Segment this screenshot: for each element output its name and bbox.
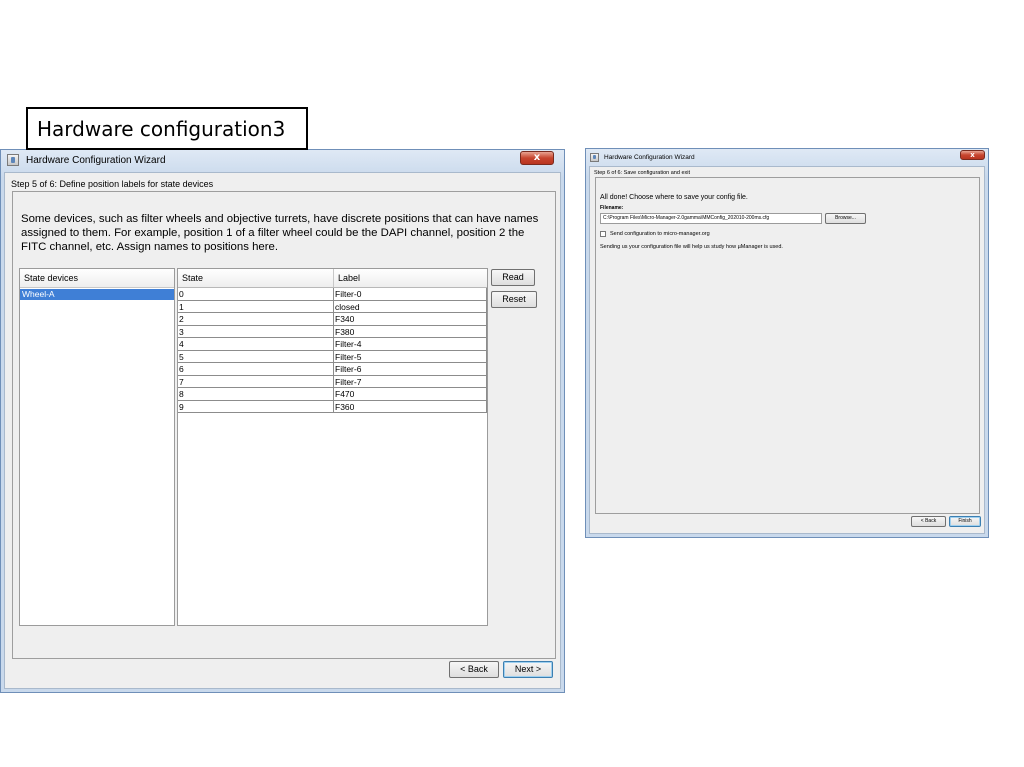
state-devices-header: State devices [20,269,174,288]
label-cell[interactable]: Filter-0 [333,288,487,301]
label-cell[interactable]: Filter-5 [333,350,487,363]
table-row[interactable]: 5 Filter-5 [178,350,487,363]
label-cell[interactable]: F360 [333,400,487,413]
done-heading: All done! Choose where to save your conf… [600,194,748,201]
column-header-state[interactable]: State [178,269,333,287]
label-cell[interactable]: closed [333,300,487,313]
finish-button[interactable]: Finish [949,516,981,527]
state-cell: 6 [178,363,333,376]
description-text: Some devices, such as filter wheels and … [21,213,539,253]
step-label: Step 6 of 6: Save configuration and exit [594,170,691,176]
table-header: State Label [178,269,487,288]
usage-note: Sending us your configuration file will … [600,244,783,250]
state-cell: 0 [178,288,333,301]
label-cell[interactable]: Filter-7 [333,375,487,388]
label-cell[interactable]: F340 [333,313,487,326]
state-cell: 3 [178,326,333,338]
hardware-wizard-window-step6: Hardware Configuration Wizard x Step 6 o… [585,148,989,538]
position-labels-table: State Label 0 Filter-0 1 closed 2 F340 3 F380 4 F… [177,268,488,626]
state-cell: 2 [178,313,333,326]
window-client-area: Step 6 of 6: Save configuration and exit… [589,166,985,534]
filename-label: Filename: [600,205,624,211]
next-button[interactable]: Next > [503,661,553,678]
java-app-icon [590,152,599,162]
window-title: Hardware Configuration Wizard [604,153,695,161]
state-cell: 1 [178,301,333,313]
back-button[interactable]: < Back [911,516,946,527]
column-header-label[interactable]: Label [333,269,487,287]
reset-button[interactable]: Reset [491,291,537,308]
state-cell: 8 [178,388,333,401]
filename-field[interactable]: C:\Program Files\Micro-Manager-2.0gamma\… [600,213,822,224]
content-panel: All done! Choose where to save your conf… [595,177,980,514]
back-button[interactable]: < Back [449,661,499,678]
table-row[interactable]: 0 Filter-0 [178,288,487,301]
step-label: Step 5 of 6: Define position labels for … [11,179,214,189]
table-row[interactable]: 8 F470 [178,388,487,401]
table-row[interactable]: 6 Filter-6 [178,363,487,376]
label-cell[interactable]: F380 [333,325,487,338]
send-config-row: Send configuration to micro-manager.org [600,231,710,237]
slide-title: Hardware configuration3 [26,107,308,150]
browse-button[interactable]: Browse... [825,213,866,224]
state-devices-list[interactable]: State devices Wheel-A [19,268,175,626]
close-button[interactable]: x [960,150,985,160]
table-row[interactable]: 3 F380 [178,325,487,338]
window-client-area: Step 5 of 6: Define position labels for … [4,172,561,689]
table-row[interactable]: 7 Filter-7 [178,375,487,388]
table-row[interactable]: 9 F360 [178,400,487,413]
list-item[interactable]: Wheel-A [20,289,174,300]
read-button[interactable]: Read [491,269,535,286]
state-cell: 5 [178,351,333,363]
hardware-wizard-window-step5: Hardware Configuration Wizard x Step 5 o… [0,149,565,693]
state-cell: 4 [178,338,333,351]
state-cell: 9 [178,401,333,413]
title-bar[interactable]: Hardware Configuration Wizard [586,149,988,165]
send-config-checkbox[interactable] [600,231,606,237]
send-config-label: Send configuration to micro-manager.org [610,231,710,237]
state-cell: 7 [178,376,333,388]
label-cell[interactable]: F470 [333,388,487,401]
table-row[interactable]: 2 F340 [178,313,487,326]
table-row[interactable]: 1 closed [178,300,487,313]
content-panel: Some devices, such as filter wheels and … [12,191,556,659]
close-button[interactable]: x [520,151,554,165]
label-cell[interactable]: Filter-6 [333,363,487,376]
title-bar[interactable]: Hardware Configuration Wizard [1,150,564,170]
java-app-icon [7,154,19,166]
table-row[interactable]: 4 Filter-4 [178,338,487,351]
label-cell[interactable]: Filter-4 [333,338,487,351]
window-title: Hardware Configuration Wizard [26,154,166,166]
